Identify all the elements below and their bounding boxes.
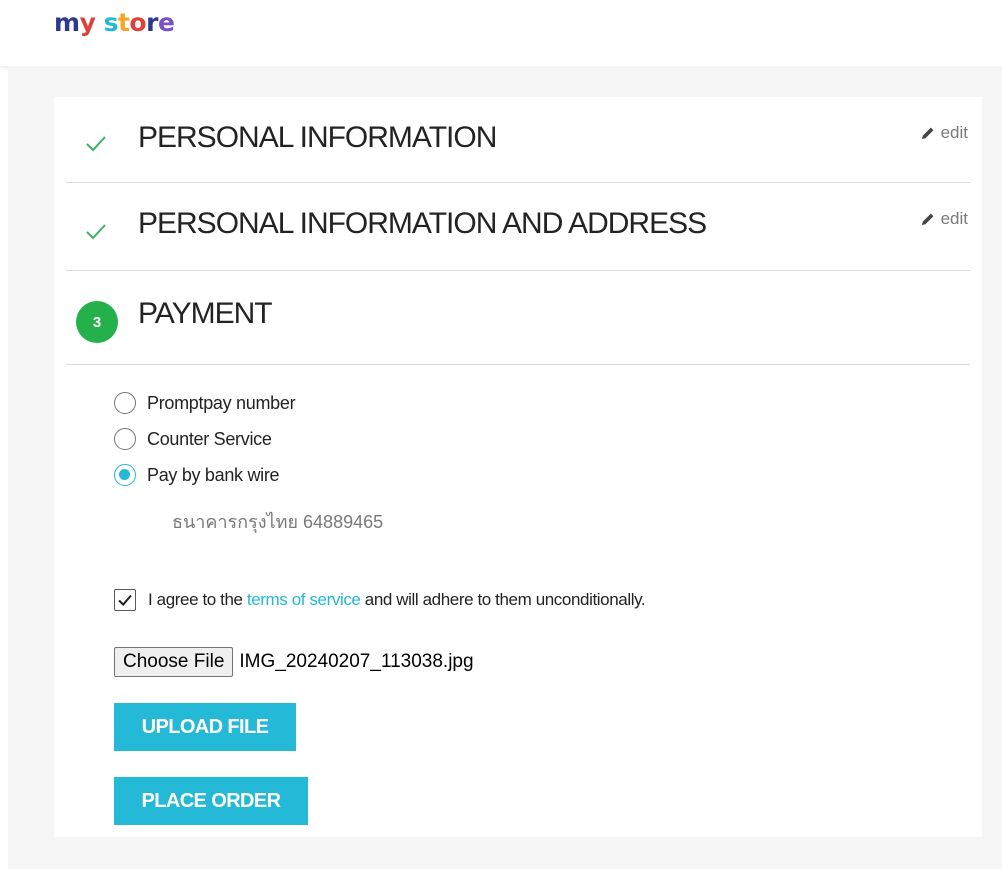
file-input[interactable]: Choose File IMG_20240207_113038.jpg bbox=[114, 647, 474, 677]
bank-account-detail: ธนาคารกรุงไทย 64889465 bbox=[172, 512, 384, 532]
radio-button[interactable] bbox=[114, 428, 136, 450]
checkout-panel: PERSONAL INFORMATION edit PERSONAL INFOR… bbox=[54, 97, 982, 837]
place-order-button[interactable]: PLACE ORDER bbox=[114, 777, 308, 825]
logo-letter: y bbox=[79, 8, 96, 37]
terms-checkbox[interactable] bbox=[114, 589, 136, 611]
step-personal-information-and-address[interactable]: PERSONAL INFORMATION AND ADDRESS edit bbox=[66, 183, 970, 271]
logo-letter: e bbox=[157, 8, 175, 37]
step-personal-information[interactable]: PERSONAL INFORMATION edit bbox=[66, 97, 970, 183]
pencil-icon bbox=[921, 213, 933, 225]
terms-text: I agree to the terms of service and will… bbox=[148, 590, 646, 610]
payment-option-counter-service[interactable]: Counter Service bbox=[114, 421, 295, 457]
step-title: PERSONAL INFORMATION AND ADDRESS bbox=[138, 207, 707, 240]
edit-link[interactable]: edit bbox=[920, 123, 968, 143]
logo-letter: o bbox=[129, 8, 147, 37]
edit-label: edit bbox=[940, 209, 968, 228]
option-label: Promptpay number bbox=[147, 392, 296, 413]
logo-letter: t bbox=[117, 8, 130, 37]
checkmark-icon bbox=[118, 594, 132, 606]
step-title: PERSONAL INFORMATION bbox=[138, 121, 497, 154]
check-icon bbox=[86, 224, 106, 240]
payment-option-promptpay[interactable]: Promptpay number bbox=[114, 385, 296, 421]
payment-option-bank-wire[interactable]: Pay by bank wire bbox=[114, 457, 295, 493]
logo-letter: s bbox=[103, 8, 119, 37]
step-number-badge: 3 bbox=[76, 301, 118, 343]
step-title: PAYMENT bbox=[138, 297, 273, 330]
store-logo[interactable]: my store bbox=[54, 8, 175, 37]
logo-letter: m bbox=[54, 8, 80, 37]
payment-options: Promptpay number Counter Service Pay by … bbox=[114, 385, 296, 493]
pencil-icon bbox=[921, 127, 933, 139]
edit-link[interactable]: edit bbox=[920, 209, 968, 229]
terms-of-service-link[interactable]: terms of service bbox=[247, 590, 361, 609]
logo-letter bbox=[95, 8, 103, 37]
terms-text-before: I agree to the bbox=[148, 590, 247, 609]
step-payment: 3 PAYMENT bbox=[66, 271, 970, 365]
option-label: Pay by bank wire bbox=[147, 464, 280, 485]
terms-agreement[interactable]: I agree to the terms of service and will… bbox=[114, 589, 646, 611]
site-header: my store bbox=[0, 0, 1002, 66]
option-label: Counter Service bbox=[147, 428, 272, 449]
terms-text-after: and will adhere to them unconditionally. bbox=[360, 590, 646, 609]
selected-file-name: IMG_20240207_113038.jpg bbox=[239, 651, 474, 672]
check-icon bbox=[86, 136, 106, 152]
radio-button[interactable] bbox=[114, 392, 136, 414]
upload-file-button[interactable]: UPLOAD FILE bbox=[114, 703, 296, 751]
logo-letter: r bbox=[146, 8, 158, 37]
edit-label: edit bbox=[940, 123, 968, 142]
choose-file-button[interactable]: Choose File bbox=[114, 647, 234, 677]
radio-button-selected[interactable] bbox=[114, 464, 136, 486]
